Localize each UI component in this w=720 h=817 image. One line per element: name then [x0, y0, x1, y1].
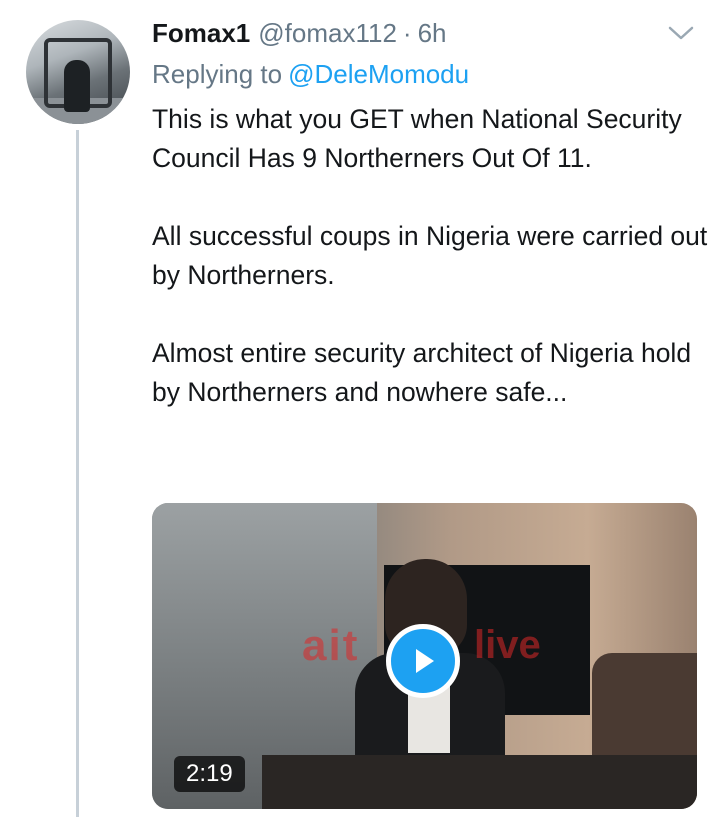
- separator-dot: ·: [402, 17, 412, 48]
- replying-to: Replying to @DeleMomodu: [152, 56, 469, 92]
- user-handle[interactable]: @fomax112: [258, 18, 397, 49]
- tweet-paragraph: Almost entire security architect of Nige…: [152, 338, 692, 407]
- tweet-paragraph: All successful coups in Nigeria were car…: [152, 221, 708, 290]
- thread-connector-line: [76, 130, 79, 817]
- reply-mention-link[interactable]: @DeleMomodu: [288, 59, 469, 89]
- avatar[interactable]: [26, 20, 130, 124]
- tweet-text: This is what you GET when National Secur…: [152, 100, 712, 412]
- reply-prefix: Replying to: [152, 59, 283, 89]
- play-button[interactable]: [386, 624, 460, 698]
- video-player[interactable]: ait live 2:19: [152, 503, 697, 809]
- tweet-paragraph: This is what you GET when National Secur…: [152, 104, 682, 173]
- watermark-logo: ait: [302, 621, 360, 670]
- timestamp[interactable]: 6h: [418, 18, 447, 49]
- display-name[interactable]: Fomax1: [152, 18, 250, 49]
- chevron-down-icon[interactable]: [666, 22, 696, 44]
- watermark-logo: live: [474, 623, 541, 667]
- play-icon: [416, 649, 434, 673]
- video-duration-badge: 2:19: [174, 756, 245, 792]
- tweet-header: Fomax1 @fomax112 · 6h: [152, 14, 447, 52]
